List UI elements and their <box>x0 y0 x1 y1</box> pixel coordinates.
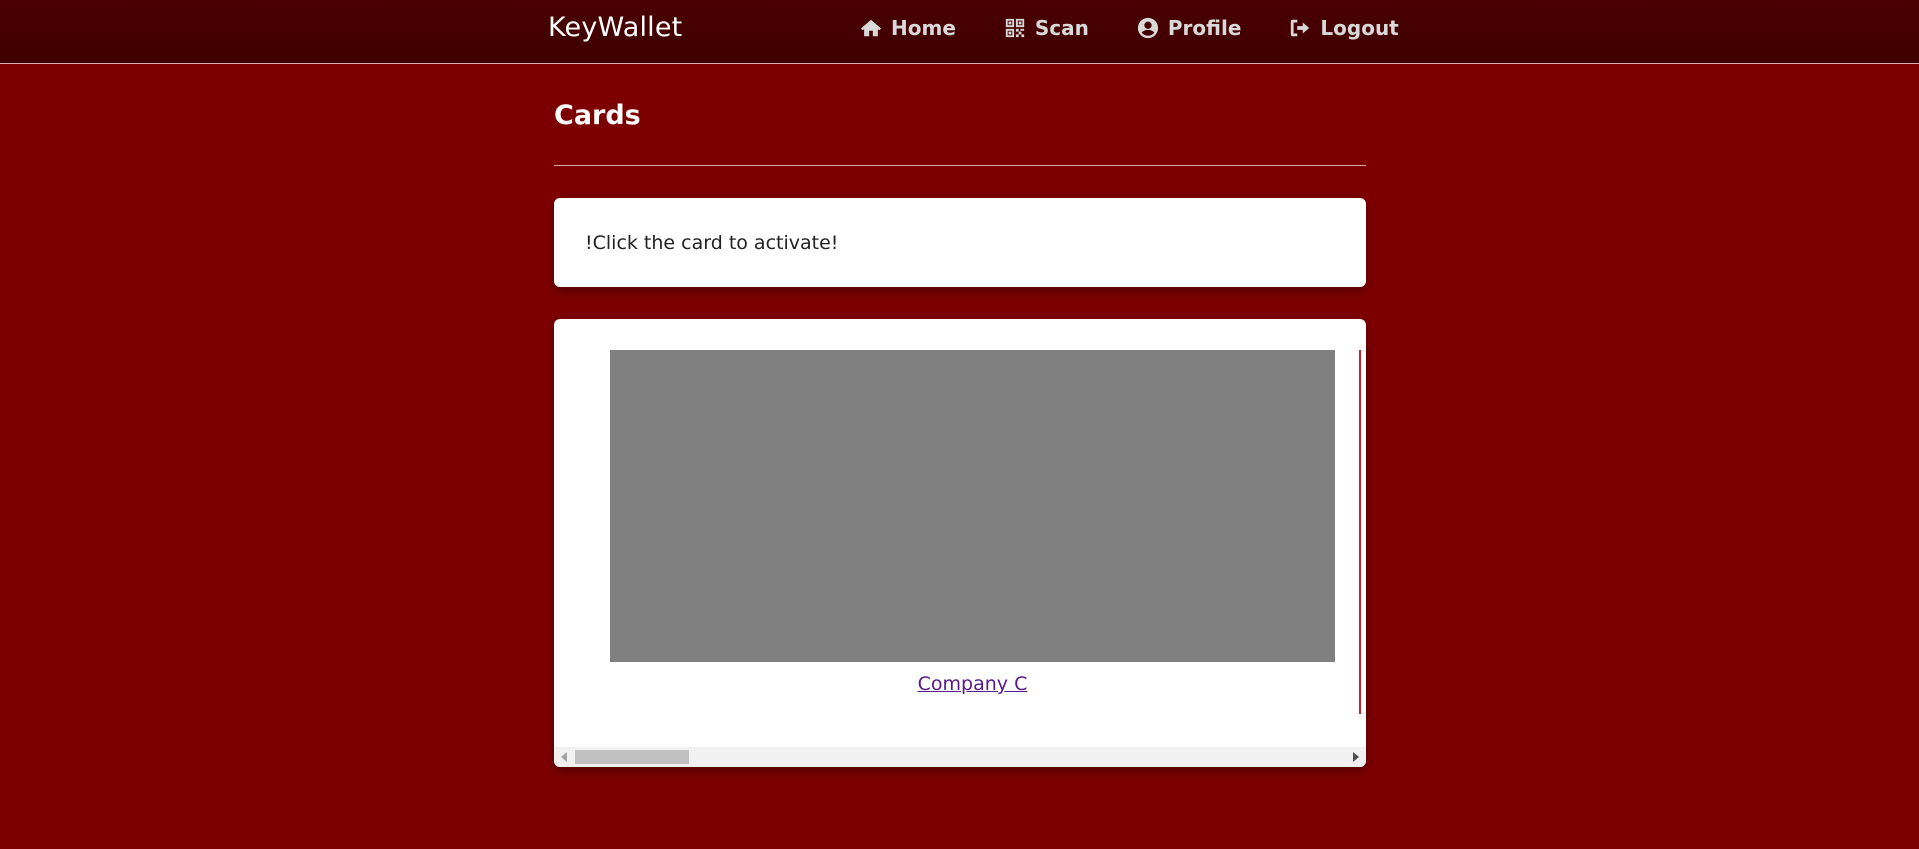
nav-home-label: Home <box>891 16 956 40</box>
scrollbar-thumb[interactable] <box>575 750 689 764</box>
triangle-left-icon <box>561 752 567 762</box>
scroll-right-button[interactable] <box>1346 747 1366 767</box>
title-divider <box>554 165 1366 166</box>
nav-logout-label: Logout <box>1320 16 1399 40</box>
card-image[interactable] <box>610 350 1335 662</box>
notice-text: !Click the card to activate! <box>585 232 839 254</box>
qrcode-icon <box>1005 18 1025 38</box>
nav-logout-link[interactable]: Logout <box>1289 16 1399 40</box>
brand-logo[interactable]: KeyWallet <box>548 12 682 43</box>
nav-scan-link[interactable]: Scan <box>1004 16 1089 40</box>
card-company-link[interactable]: Company C <box>610 673 1335 695</box>
page-title: Cards <box>554 100 641 131</box>
user-circle-icon <box>1137 17 1158 39</box>
next-card-edge <box>1359 350 1361 714</box>
nav-home-link[interactable]: Home <box>860 16 956 40</box>
activation-notice: !Click the card to activate! <box>554 198 1366 287</box>
triangle-right-icon <box>1353 752 1359 762</box>
navbar: KeyWallet Home Scan Profile Logout <box>0 0 1919 64</box>
sign-out-icon <box>1291 19 1310 37</box>
home-icon <box>860 19 882 37</box>
nav-links: Home Scan Profile Logout <box>860 16 1399 40</box>
horizontal-scrollbar[interactable] <box>554 747 1366 767</box>
nav-profile-link[interactable]: Profile <box>1137 16 1242 40</box>
nav-profile-label: Profile <box>1167 16 1242 40</box>
nav-scan-label: Scan <box>1034 16 1089 40</box>
cards-carousel: Company C <box>554 319 1366 767</box>
scroll-left-button[interactable] <box>554 747 574 767</box>
